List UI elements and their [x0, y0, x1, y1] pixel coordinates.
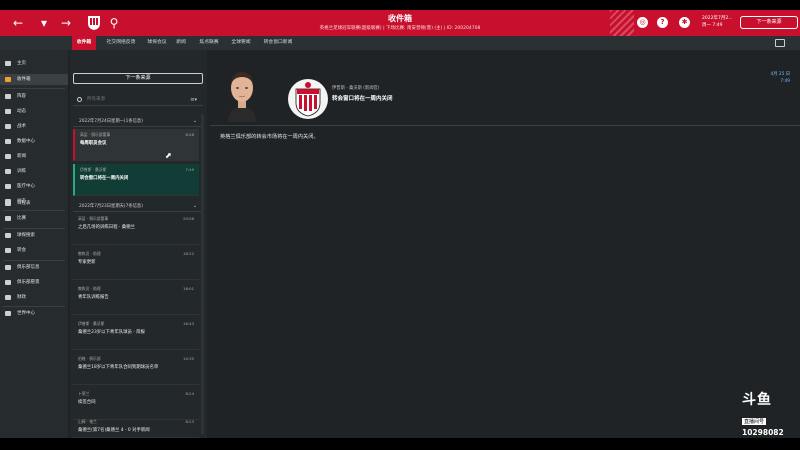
- sidebar-item-dynamics[interactable]: 动态: [0, 106, 68, 117]
- sidebar-item-news[interactable]: 新闻: [0, 151, 68, 162]
- scrollbar[interactable]: [201, 114, 204, 434]
- list-item[interactable]: 山姆 · 格兰 8:23 桑德兰(第7名)桑德兰 4 - 0 对手新闻: [73, 416, 199, 438]
- sidebar-item-world[interactable]: 世界中心: [0, 308, 68, 319]
- data-hub-icon: [5, 139, 11, 144]
- page-subtitle: 英格兰足球冠军联赛(超级联赛) | 下场比赛: 南安普顿(客) (主) | ID…: [319, 26, 481, 31]
- sidebar-item-tactics[interactable]: 战术: [0, 121, 68, 132]
- sidebar-item-club-vision[interactable]: 俱乐部愿景: [0, 277, 68, 288]
- list-item[interactable]: 伊普斯 · 桑沃斯 7:49 转会窗口将在一周内关闭: [73, 164, 199, 196]
- message-detail: 伊普斯 · 桑沃斯 (新闻官) 转会窗口将在一周内关闭 4月 25 日 7:49…: [210, 50, 800, 438]
- tab-social-feedback[interactable]: 社交网络反馈: [100, 36, 142, 50]
- chevron-down-icon[interactable]: ▾: [36, 15, 52, 31]
- tab-scout-meeting[interactable]: 球探会议: [144, 36, 170, 50]
- divider: [3, 260, 65, 261]
- continue-button[interactable]: 下一条来源: [73, 73, 203, 84]
- list-item[interactable]: 伯格 · 俱乐部 10:35 桑德兰18岁以下青年队合同到期球员名单: [73, 353, 199, 385]
- tab-world-news[interactable]: 全球要闻: [227, 36, 255, 50]
- decor-stripes: [610, 10, 634, 36]
- list-item[interactable]: 教练员 · 助理 18:22 专家更新: [73, 248, 199, 280]
- sidebar-item-scouting[interactable]: 球探搜索: [0, 230, 68, 241]
- game-date: 2022年7月2... 周一 7:49: [702, 16, 733, 28]
- staff-avatar: [228, 72, 256, 122]
- sidebar-item-finances[interactable]: 财政: [0, 292, 68, 303]
- sidebar-item-schedule[interactable]: 日程表: [0, 198, 68, 209]
- message-date: 4月 25 日: [770, 72, 790, 77]
- training-icon: [5, 169, 11, 174]
- tactics-icon: [5, 124, 11, 129]
- list-item[interactable]: 高层 · 俱乐部董事 8:48 每周职员会议: [73, 129, 199, 161]
- sidebar-item-data-hub[interactable]: 数据中心: [0, 136, 68, 147]
- divider: [3, 210, 65, 211]
- stream-watermark: 斗鱼 直播间号 10298082: [742, 393, 790, 437]
- top-bar: ← ▾ → ⚲ 收件箱 英格兰足球冠军联赛(超级联赛) | 下场比赛: 南安普顿…: [0, 10, 800, 36]
- message-time: 7:49: [780, 79, 790, 84]
- sidebar-item-medical[interactable]: 医疗中心: [0, 181, 68, 192]
- club-crest-icon: [288, 79, 328, 119]
- sidebar-item-transfers[interactable]: 转会: [0, 245, 68, 256]
- page-title: 收件箱: [388, 14, 412, 23]
- divider: [3, 228, 65, 229]
- message-list-panel: 下一条来源 ≡▾ 2022年7月24日星期一(1条信息)⌄ 高层 · 俱乐部董事…: [70, 50, 207, 438]
- globe-icon: [5, 311, 11, 316]
- sidebar-item-home[interactable]: 主页: [0, 58, 68, 69]
- watermark-label: 直播间号: [742, 418, 767, 425]
- mouse-cursor-icon: ⬈: [165, 151, 172, 160]
- search-input[interactable]: [87, 95, 177, 104]
- search-icon: [77, 97, 82, 102]
- tab-focus-league[interactable]: 焦点联赛: [194, 36, 224, 50]
- scouting-icon: [5, 233, 11, 238]
- status-icon[interactable]: ◎: [637, 17, 648, 28]
- message-sender: 伊普斯 · 桑沃斯 (新闻官): [332, 86, 380, 91]
- douyu-logo: 斗鱼: [742, 392, 772, 408]
- calendar-icon: [5, 201, 11, 206]
- divider: [3, 88, 65, 89]
- divider: [3, 306, 65, 307]
- sidebar-item-training[interactable]: 训练: [0, 166, 68, 177]
- tab-inbox[interactable]: 收件箱: [72, 36, 96, 50]
- game-window: ← ▾ → ⚲ 收件箱 英格兰足球冠军联赛(超级联赛) | 下场比赛: 南安普顿…: [0, 10, 800, 438]
- sort-icon[interactable]: ≡▾: [190, 97, 197, 103]
- sidebar-item-matches[interactable]: 比赛: [0, 213, 68, 224]
- forward-arrow-icon[interactable]: →: [58, 15, 74, 31]
- home-icon: [5, 61, 11, 66]
- group-header[interactable]: 2022年7月24日星期一(1条信息) ⌄: [73, 116, 203, 127]
- help-icon[interactable]: ?: [657, 17, 668, 28]
- message-subject: 转会窗口将在一周内关闭: [332, 96, 393, 102]
- sidebar: 主页 收件箱 阵容 动态 战术 数据中心 新闻 训练 医疗中心 动态 日程表 比…: [0, 50, 68, 438]
- back-arrow-icon[interactable]: ←: [10, 15, 26, 31]
- squad-icon: [5, 94, 11, 99]
- list-item[interactable]: 伊普斯 · 桑沃斯 16:43 桑德兰23岁以下青年队球员 · 简报: [73, 318, 199, 350]
- dynamics-icon: [5, 109, 11, 114]
- match-icon: [5, 216, 11, 221]
- club-crest-icon[interactable]: [87, 14, 101, 31]
- sidebar-item-inbox[interactable]: 收件箱: [0, 74, 68, 85]
- club-info-icon: [5, 265, 11, 270]
- finance-icon: [5, 295, 11, 300]
- continue-button[interactable]: 下一条来源: [740, 16, 798, 29]
- sidebar-item-club-info[interactable]: 俱乐部信息: [0, 262, 68, 273]
- inbox-icon: [5, 77, 11, 82]
- news-icon: [5, 154, 11, 159]
- medical-icon: [5, 184, 11, 189]
- room-id: 10298082: [742, 428, 784, 437]
- tab-news[interactable]: 新闻: [172, 36, 190, 50]
- search-bar: ≡▾: [73, 94, 203, 106]
- group-header[interactable]: 2022年7月23日星期天(7条信息) ⌄: [73, 201, 203, 212]
- list-item[interactable]: 高层 · 俱乐部董事 20:06 之后几场的训练日程 · 桑德兰: [73, 213, 199, 245]
- vision-icon: [5, 280, 11, 285]
- message-body: 英格兰俱乐部的转会市场将在一周内关闭。: [220, 134, 319, 140]
- settings-icon[interactable]: ✱: [679, 17, 690, 28]
- search-icon[interactable]: ⚲: [106, 15, 122, 31]
- divider: [210, 125, 800, 126]
- tab-transfer-news[interactable]: 转会窗口新闻: [259, 36, 297, 50]
- chevron-down-icon: ⌄: [192, 203, 197, 209]
- transfer-icon: [5, 248, 11, 253]
- list-item[interactable]: 教练员 · 助理 18:01 青年队训练报告: [73, 283, 199, 315]
- sub-tabs: 收件箱 社交网络反馈 球探会议 新闻 焦点联赛 全球要闻 转会窗口新闻: [0, 36, 800, 50]
- sidebar-item-squad[interactable]: 阵容: [0, 91, 68, 102]
- screen-icon[interactable]: [775, 39, 785, 47]
- chevron-down-icon: ⌄: [192, 118, 197, 124]
